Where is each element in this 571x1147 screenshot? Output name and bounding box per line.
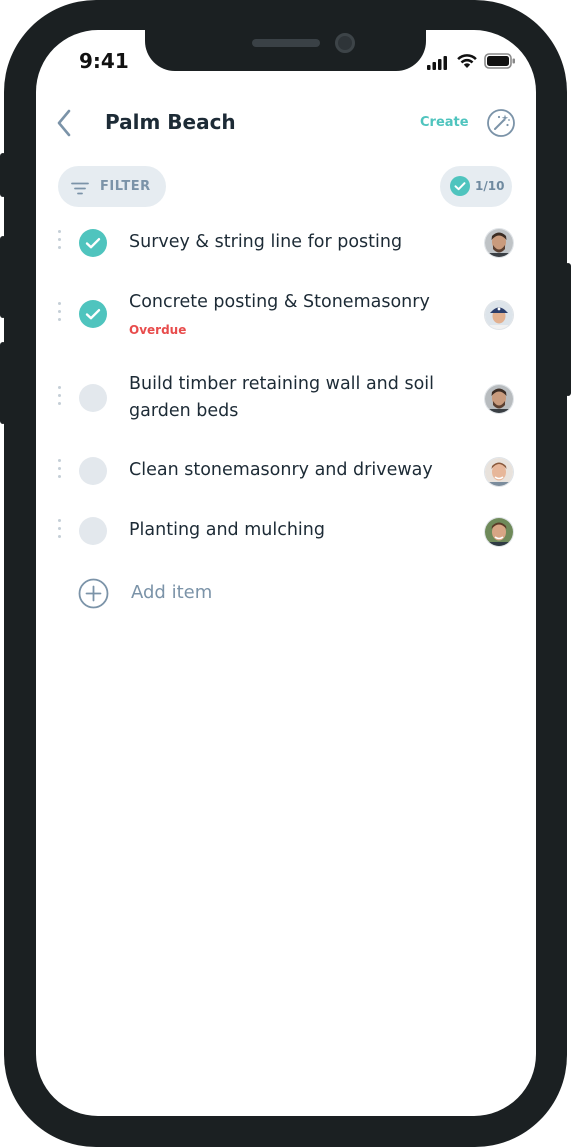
signal-icon <box>427 55 447 74</box>
drag-handle-icon[interactable] <box>58 302 62 326</box>
item-title[interactable]: Concrete posting & Stonemasonry <box>129 289 469 316</box>
progress-badge: 1/10 <box>440 166 512 207</box>
item-checkbox[interactable] <box>79 457 107 485</box>
avatar[interactable] <box>485 301 513 329</box>
item-title[interactable]: Build timber retaining wall and soil gar… <box>129 371 474 425</box>
page-title: Palm Beach <box>105 110 236 134</box>
battery-icon <box>484 53 516 73</box>
add-circle-icon[interactable] <box>78 578 109 613</box>
magic-wand-icon[interactable] <box>486 108 516 142</box>
checkmark-icon <box>85 309 101 320</box>
back-icon[interactable] <box>54 108 74 142</box>
checkmark-icon <box>85 238 101 249</box>
create-button[interactable]: Create <box>420 115 469 130</box>
avatar[interactable] <box>485 458 513 486</box>
drag-handle-icon[interactable] <box>58 386 62 410</box>
speaker <box>252 39 320 47</box>
avatar[interactable] <box>485 518 513 546</box>
add-item-button[interactable]: Add item <box>131 582 212 603</box>
item-checkbox[interactable] <box>79 300 107 328</box>
check-circle-icon <box>450 176 470 200</box>
notch <box>145 30 426 71</box>
filter-icon <box>71 180 89 199</box>
status-time: 9:41 <box>79 49 129 73</box>
item-checkbox[interactable] <box>79 384 107 412</box>
progress-count: 1/10 <box>475 179 505 193</box>
drag-handle-icon[interactable] <box>58 459 62 483</box>
filter-label: FILTER <box>100 179 151 194</box>
overdue-badge: Overdue <box>129 323 187 337</box>
item-title[interactable]: Planting and mulching <box>129 517 474 544</box>
item-title[interactable]: Clean stonemasonry and driveway <box>129 457 474 484</box>
item-title[interactable]: Survey & string line for posting <box>129 229 469 256</box>
avatar[interactable] <box>485 229 513 257</box>
avatar[interactable] <box>485 385 513 413</box>
camera <box>335 33 355 53</box>
drag-handle-icon[interactable] <box>58 519 62 543</box>
drag-handle-icon[interactable] <box>58 230 62 254</box>
item-checkbox[interactable] <box>79 229 107 257</box>
filter-button[interactable]: FILTER <box>58 166 166 207</box>
wifi-icon <box>456 53 478 73</box>
item-checkbox[interactable] <box>79 517 107 545</box>
